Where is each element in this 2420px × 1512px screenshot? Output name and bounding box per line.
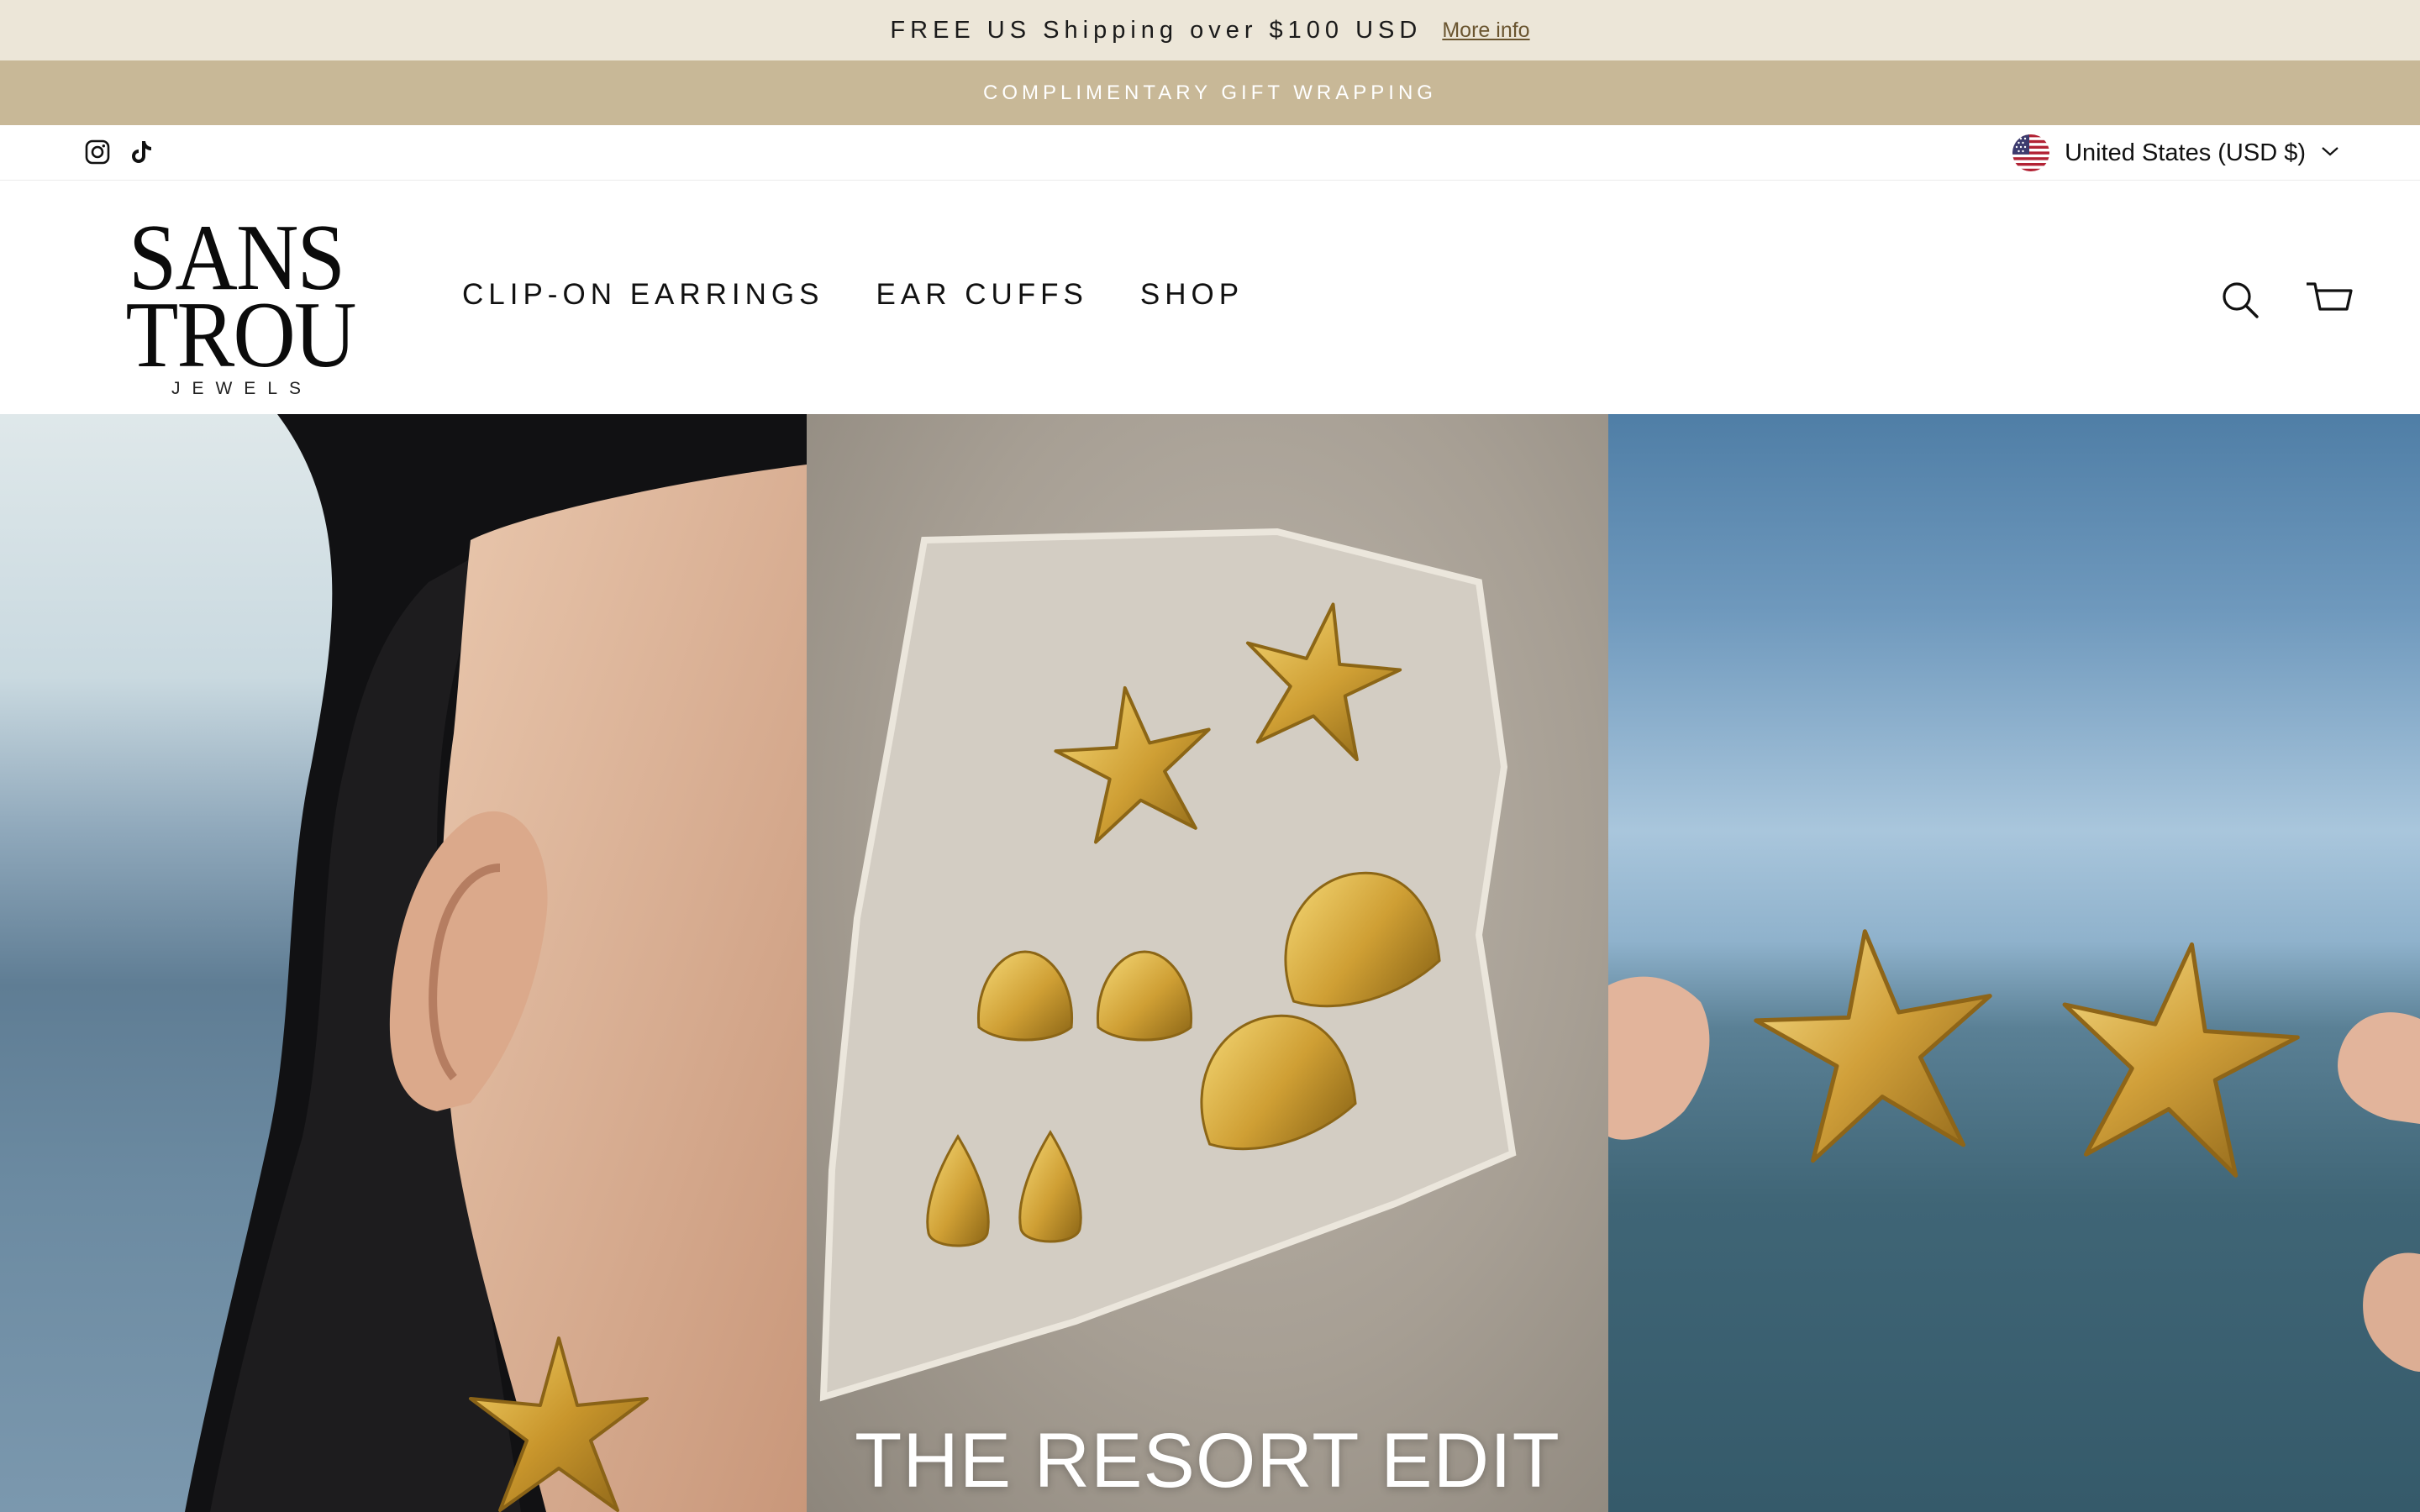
chevron-down-icon	[2321, 145, 2339, 161]
nav-item-ear-cuffs[interactable]: EAR CUFFS	[876, 278, 1088, 312]
nav-item-shop[interactable]: SHOP	[1140, 278, 1244, 312]
logo-line-2: TROU	[125, 283, 356, 387]
gift-wrapping-text: COMPLIMENTARY GIFT WRAPPING	[983, 81, 1437, 104]
hero-image-sea-starfish	[1608, 414, 2420, 1512]
cart-icon[interactable]	[2304, 275, 2354, 325]
us-flag-icon	[2012, 134, 2050, 171]
tiktok-icon[interactable]	[126, 137, 156, 167]
hero-image-model-earring	[0, 414, 807, 1512]
main-nav: CLIP-ON EARRINGS EAR CUFFS SHOP	[462, 278, 1244, 312]
announcement-text: FREE US Shipping over $100 USD	[890, 16, 1423, 44]
gift-wrapping-bar: COMPLIMENTARY GIFT WRAPPING	[0, 60, 2420, 125]
more-info-link[interactable]: More info	[1442, 18, 1529, 43]
currency-label: United States (USD $)	[2065, 139, 2306, 166]
announcement-bar: FREE US Shipping over $100 USD More info	[0, 0, 2420, 60]
site-header: SANS TROU JEWELS CLIP-ON EARRINGS EAR CU…	[0, 181, 2420, 414]
hero-title[interactable]: THE RESORT EDIT	[807, 1417, 1608, 1505]
search-icon[interactable]	[2215, 275, 2265, 325]
nav-item-clip-on-earrings[interactable]: CLIP-ON EARRINGS	[462, 278, 824, 312]
site-logo[interactable]: SANS TROU JEWELS	[116, 211, 356, 398]
hero-banner[interactable]: THE RESORT EDIT	[0, 414, 2420, 1512]
utility-bar: United States (USD $)	[0, 125, 2420, 181]
social-links	[82, 137, 156, 167]
hero-image-flat-lay	[807, 414, 1608, 1512]
currency-selector[interactable]: United States (USD $)	[2012, 134, 2339, 172]
instagram-icon[interactable]	[82, 137, 113, 167]
